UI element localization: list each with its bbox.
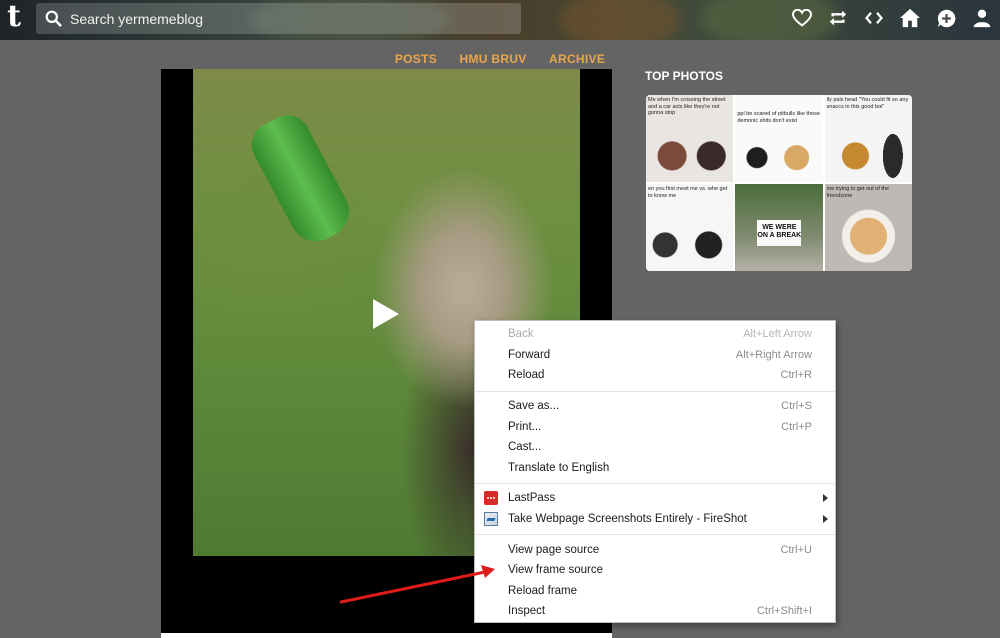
menu-item-label: Translate to English bbox=[508, 461, 610, 474]
photo-thumb[interactable]: WE WERE ON A BREAK bbox=[735, 184, 823, 271]
menu-item-label: Cast... bbox=[508, 441, 542, 454]
nav-posts[interactable]: POSTS bbox=[395, 52, 437, 66]
reblog-icon[interactable] bbox=[826, 7, 850, 29]
home-icon[interactable] bbox=[898, 7, 922, 29]
menu-item-view-page-source[interactable]: View page source Ctrl+U bbox=[475, 539, 835, 560]
menu-item-label: Inspect bbox=[508, 605, 546, 618]
top-header: t bbox=[0, 0, 1000, 40]
menu-item-print[interactable]: Print... Ctrl+P bbox=[475, 416, 835, 437]
photo-thumb[interactable]: me trying to get out of the friendzone bbox=[824, 184, 912, 271]
menu-item-label: Print... bbox=[508, 420, 542, 433]
video-frame-bottle bbox=[243, 107, 359, 251]
menu-item-label: Save as... bbox=[508, 400, 560, 413]
menu-item-shortcut: Ctrl+R bbox=[780, 369, 812, 382]
menu-item-translate[interactable]: Translate to English bbox=[475, 458, 835, 479]
photo-thumb[interactable]: ppl be scared of pitbulls like these dem… bbox=[735, 95, 823, 182]
menu-item-cast[interactable]: Cast... bbox=[475, 437, 835, 458]
nav-hmu-bruv[interactable]: HMU BRUV bbox=[460, 52, 527, 66]
menu-item-shortcut: Alt+Left Arrow bbox=[743, 328, 812, 341]
top-photos-title: TOP PHOTOS bbox=[645, 69, 724, 83]
menu-item-view-frame-source[interactable]: View frame source bbox=[475, 560, 835, 581]
menu-item-shortcut: Alt+Right Arrow bbox=[735, 348, 812, 361]
photo-thumb[interactable]: lly pals head "You could fit so any snac… bbox=[824, 95, 912, 182]
nav-archive[interactable]: ARCHIVE bbox=[549, 52, 605, 66]
menu-item-label: Forward bbox=[508, 348, 551, 361]
menu-separator bbox=[475, 534, 835, 536]
thumb-caption: ppl be scared of pitbulls like these dem… bbox=[737, 111, 820, 124]
top-photos-grid: Me when I'm crossing the street and a ca… bbox=[646, 95, 912, 271]
blog-nav: POSTS HMU BRUV ARCHIVE bbox=[0, 50, 1000, 68]
menu-item-label: Reload frame bbox=[508, 584, 578, 597]
menu-item-inspect[interactable]: Inspect Ctrl+Shift+I bbox=[475, 601, 835, 622]
menu-separator bbox=[475, 483, 835, 485]
messaging-icon[interactable] bbox=[934, 7, 958, 29]
menu-item-lastpass[interactable]: LastPass bbox=[475, 488, 835, 509]
photo-thumb[interactable]: Me when I'm crossing the street and a ca… bbox=[646, 95, 734, 182]
account-icon[interactable] bbox=[970, 7, 994, 29]
search-icon bbox=[45, 10, 62, 27]
menu-item-label: Reload bbox=[508, 369, 545, 382]
thumb-caption: lly pals head "You could fit so any snac… bbox=[826, 97, 909, 110]
submenu-arrow-icon bbox=[823, 494, 828, 503]
header-nav-icons bbox=[790, 7, 994, 29]
fireshot-icon bbox=[484, 511, 498, 526]
thumb-sign: WE WERE ON A BREAK bbox=[757, 220, 802, 246]
thumb-caption: Me when I'm crossing the street and a ca… bbox=[648, 97, 726, 116]
tumblr-logo[interactable]: t bbox=[0, 0, 28, 36]
menu-item-reload[interactable]: Reload Ctrl+R bbox=[475, 365, 835, 386]
menu-item-label: View frame source bbox=[508, 564, 604, 577]
search-input[interactable] bbox=[70, 10, 490, 27]
menu-item-forward[interactable]: Forward Alt+Right Arrow bbox=[475, 345, 835, 366]
menu-item-reload-frame[interactable]: Reload frame bbox=[475, 581, 835, 602]
menu-item-shortcut: Ctrl+S bbox=[781, 400, 812, 413]
play-icon[interactable] bbox=[373, 299, 399, 329]
menu-item-shortcut: Ctrl+U bbox=[780, 543, 812, 556]
thumb-caption: me trying to get out of the friendzone bbox=[826, 186, 890, 199]
menu-item-label: View page source bbox=[508, 543, 600, 556]
lastpass-icon bbox=[484, 491, 498, 506]
submenu-arrow-icon bbox=[823, 514, 828, 523]
menu-item-label: Take Webpage Screenshots Entirely - Fire… bbox=[508, 513, 747, 526]
menu-item-back[interactable]: Back Alt+Left Arrow bbox=[475, 324, 835, 345]
post-footer bbox=[161, 633, 612, 638]
menu-item-label: LastPass bbox=[508, 492, 556, 505]
context-menu: Back Alt+Left Arrow Forward Alt+Right Ar… bbox=[474, 320, 836, 623]
menu-item-label: Back bbox=[508, 328, 534, 341]
code-icon[interactable] bbox=[862, 7, 886, 29]
heart-icon[interactable] bbox=[790, 7, 814, 29]
menu-item-save-as[interactable]: Save as... Ctrl+S bbox=[475, 396, 835, 417]
search-bar[interactable] bbox=[36, 3, 521, 34]
menu-item-fireshot[interactable]: Take Webpage Screenshots Entirely - Fire… bbox=[475, 509, 835, 530]
photo-thumb[interactable]: en you first meet me vs. whe get to know… bbox=[646, 184, 734, 271]
thumb-caption: en you first meet me vs. whe get to know… bbox=[648, 186, 728, 199]
menu-item-shortcut: Ctrl+P bbox=[781, 420, 812, 433]
menu-separator bbox=[475, 390, 835, 392]
menu-item-shortcut: Ctrl+Shift+I bbox=[756, 605, 812, 618]
